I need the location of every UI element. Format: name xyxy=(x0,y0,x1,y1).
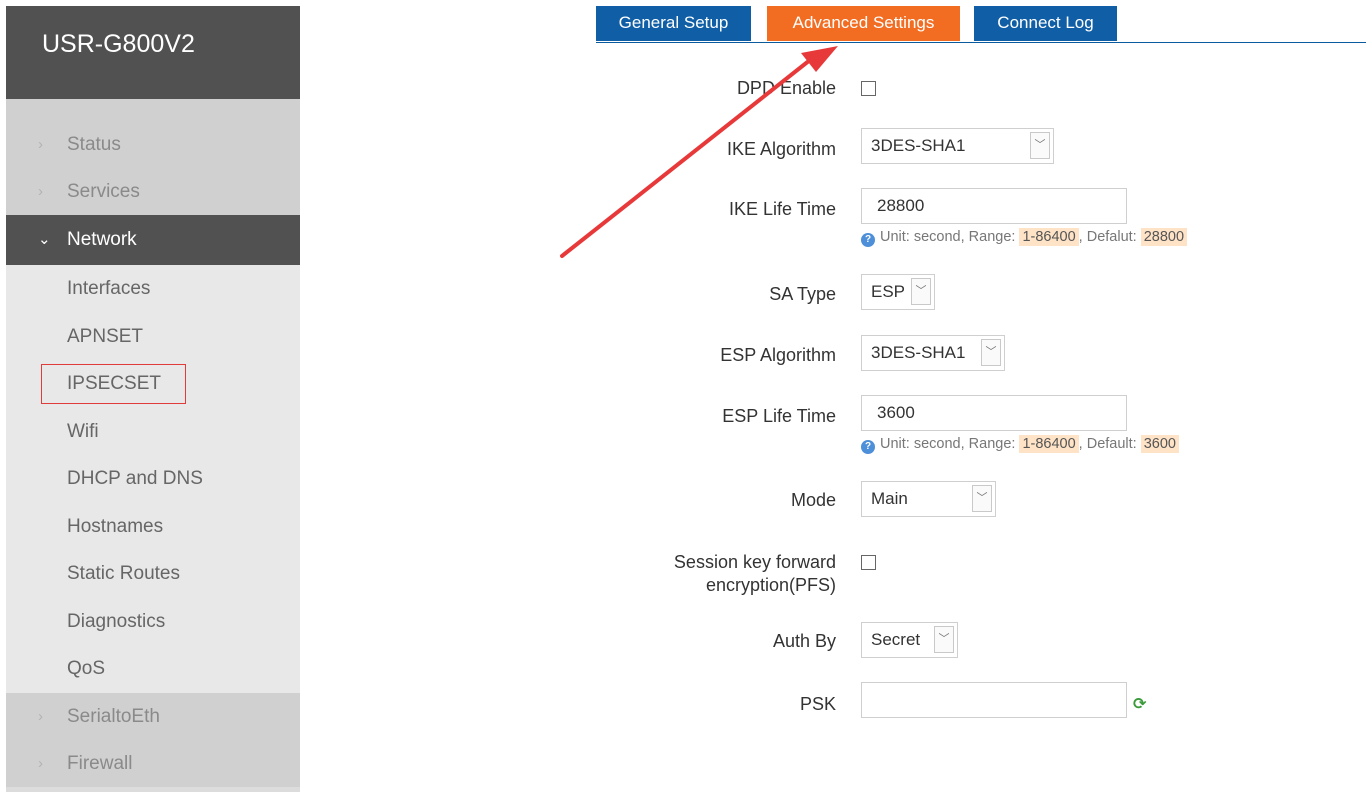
sidebar-item-label: SerialtoEth xyxy=(67,705,160,727)
mode-select[interactable]: Main ﹀ xyxy=(861,481,996,517)
sidebar-item-ipsecset[interactable]: IPSECSET xyxy=(6,360,300,408)
ike-algorithm-label: IKE Algorithm xyxy=(726,139,836,159)
sidebar-item-wifi[interactable]: Wifi xyxy=(6,408,300,456)
mode-label: Mode xyxy=(790,490,836,510)
ike-algorithm-select[interactable]: 3DES-SHA1 ﹀ xyxy=(861,128,1054,164)
esp-algorithm-select[interactable]: 3DES-SHA1 ﹀ xyxy=(861,335,1005,371)
pfs-checkbox[interactable] xyxy=(861,555,876,570)
tab-advanced-settings[interactable]: Advanced Settings xyxy=(767,6,960,41)
chevron-down-icon: ﹀ xyxy=(1030,132,1050,159)
sidebar-item-diagnostics[interactable]: Diagnostics xyxy=(6,598,300,646)
menu-spacer xyxy=(6,99,300,121)
sidebar-item-status[interactable]: › Status xyxy=(6,121,300,168)
brand-title: USR-G800V2 xyxy=(6,6,300,99)
sidebar-item-serialtoeth[interactable]: › SerialtoEth xyxy=(6,692,300,740)
sidebar-item-firewall[interactable]: › Firewall xyxy=(6,739,300,787)
chevron-right-icon: › xyxy=(38,136,43,153)
sidebar-item-qos[interactable]: QoS xyxy=(6,645,300,693)
help-icon: ? xyxy=(861,233,875,247)
hint-default: 28800 xyxy=(1140,228,1188,246)
esp-life-time-label: ESP Life Time xyxy=(722,406,836,426)
sidebar-item-static-routes[interactable]: Static Routes xyxy=(6,550,300,598)
pfs-label-line1: Session key forward xyxy=(673,552,836,572)
chevron-right-icon: › xyxy=(38,754,43,772)
sidebar-item-network[interactable]: ⌄ Network xyxy=(6,215,300,265)
hint-default-label: , Default: xyxy=(1078,436,1137,452)
hint-default-label: , Defalut: xyxy=(1078,229,1137,245)
auth-by-select[interactable]: Secret ﹀ xyxy=(861,622,958,658)
pfs-label: Session key forward encryption(PFS) xyxy=(674,551,836,597)
esp-algorithm-label: ESP Algorithm xyxy=(720,345,836,365)
sidebar-item-label: Firewall xyxy=(67,752,133,774)
ike-algorithm-value: 3DES-SHA1 xyxy=(871,136,966,155)
psk-label: PSK xyxy=(799,694,836,714)
tab-general-setup[interactable]: General Setup xyxy=(596,6,751,41)
hint-prefix: Unit: second, Range: xyxy=(880,229,1016,245)
chevron-down-icon: ﹀ xyxy=(981,339,1001,366)
pfs-label-line2: encryption(PFS) xyxy=(705,575,836,595)
sidebar-item-label: Network xyxy=(67,229,137,250)
tab-connect-log[interactable]: Connect Log xyxy=(974,6,1117,41)
hint-range: 1-86400 xyxy=(1019,228,1079,246)
mode-value: Main xyxy=(871,489,908,508)
chevron-down-icon: ﹀ xyxy=(911,278,931,305)
ike-life-time-input[interactable]: 28800 xyxy=(861,188,1127,224)
hint-default: 3600 xyxy=(1140,435,1179,453)
network-submenu: Interfaces APNSET IPSECSET Wifi DHCP and… xyxy=(6,265,300,693)
sidebar-item-label: Services xyxy=(67,181,140,202)
esp-life-time-hint: ? Unit: second, Range: 1-86400, Default: … xyxy=(861,435,1179,454)
sa-type-label: SA Type xyxy=(769,284,836,304)
dpd-enable-checkbox[interactable] xyxy=(861,81,876,96)
sidebar-item-hostnames[interactable]: Hostnames xyxy=(6,503,300,551)
brand-text: USR-G800V2 xyxy=(42,30,195,58)
chevron-down-icon: ⌄ xyxy=(38,231,51,248)
esp-algorithm-value: 3DES-SHA1 xyxy=(871,343,966,362)
ike-life-time-label: IKE Life Time xyxy=(728,199,836,219)
sidebar-item-label: Status xyxy=(67,134,121,155)
esp-life-time-input[interactable]: 3600 xyxy=(861,395,1127,431)
tab-bar: General Setup Advanced Settings Connect … xyxy=(596,6,1366,43)
psk-input[interactable] xyxy=(861,682,1127,718)
auth-by-label: Auth By xyxy=(772,631,836,651)
sidebar: USR-G800V2 › Status › Services ⌄ Network… xyxy=(6,6,300,792)
chevron-right-icon: › xyxy=(38,707,43,725)
refresh-icon[interactable]: ⟳ xyxy=(1133,694,1146,714)
sidebar-item-apnset[interactable]: APNSET xyxy=(6,313,300,361)
dpd-enable-label: DPD Enable xyxy=(736,78,836,98)
sidebar-item-services[interactable]: › Services xyxy=(6,168,300,215)
annotation-arrow-head xyxy=(801,46,838,72)
sa-type-select[interactable]: ESP ﹀ xyxy=(861,274,935,310)
auth-by-value: Secret xyxy=(871,630,921,649)
sidebar-item-dhcp-and-dns[interactable]: DHCP and DNS xyxy=(6,455,300,503)
sa-type-value: ESP xyxy=(871,282,906,301)
help-icon: ? xyxy=(861,440,875,454)
chevron-down-icon: ﹀ xyxy=(972,485,992,512)
ike-life-time-value: 28800 xyxy=(877,196,925,215)
sidebar-item-interfaces[interactable]: Interfaces xyxy=(6,265,300,313)
chevron-down-icon: ﹀ xyxy=(934,626,954,653)
hint-range: 1-86400 xyxy=(1019,435,1079,453)
chevron-right-icon: › xyxy=(38,183,43,200)
hint-prefix: Unit: second, Range: xyxy=(880,436,1016,452)
esp-life-time-value: 3600 xyxy=(877,403,915,422)
ike-life-time-hint: ? Unit: second, Range: 1-86400, Defalut: … xyxy=(861,228,1188,247)
